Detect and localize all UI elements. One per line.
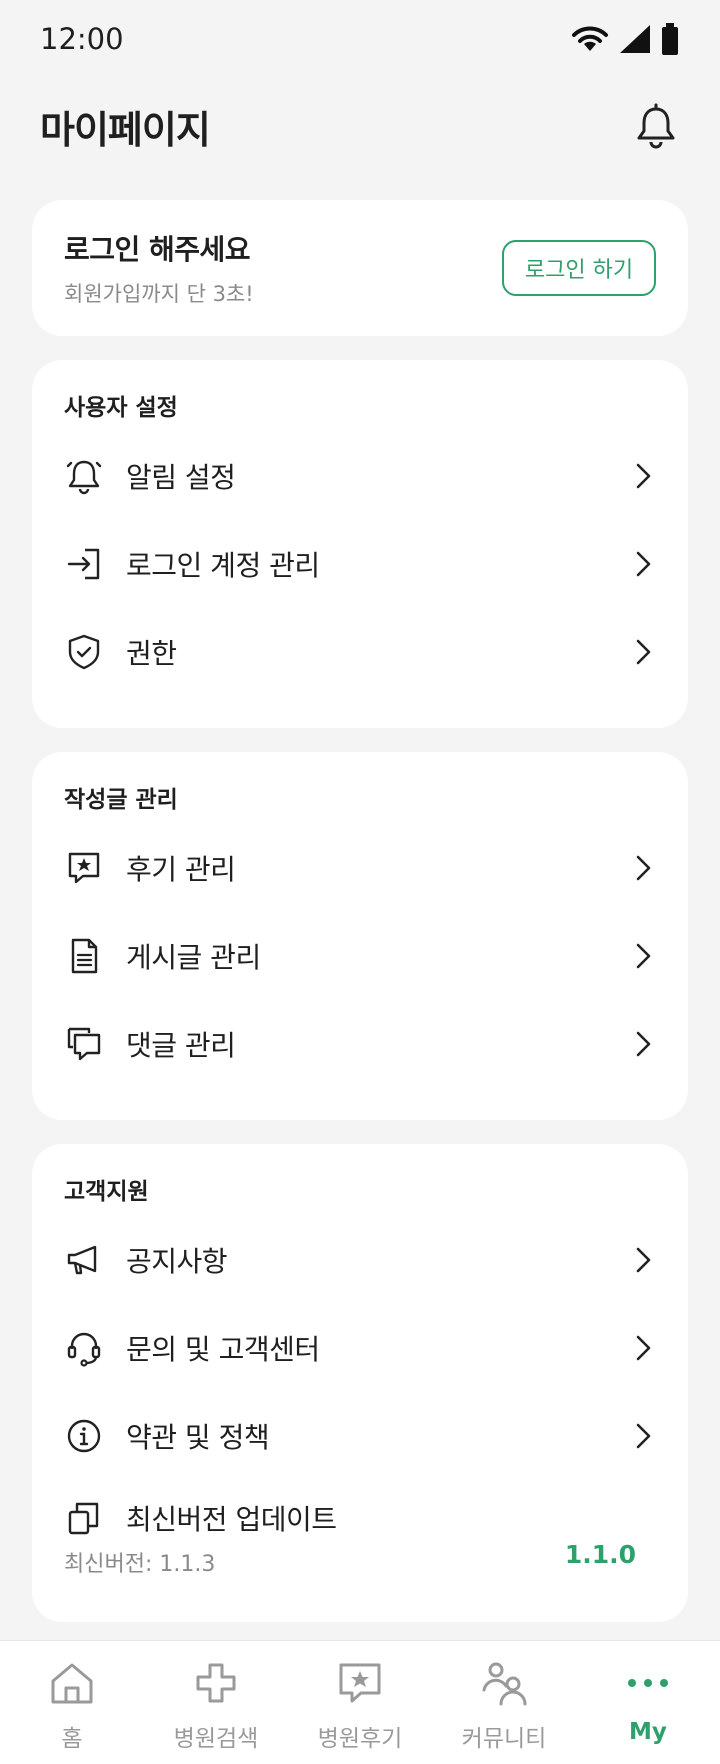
tab-label: 홈 xyxy=(61,1726,83,1752)
wifi-icon xyxy=(572,26,608,51)
current-version-value: 1.1.0 xyxy=(564,1540,636,1569)
chevron-right-icon xyxy=(630,1246,658,1274)
comments-icon xyxy=(64,1024,104,1064)
tab-hospital-review[interactable]: 병원후기 xyxy=(288,1641,432,1764)
tab-home[interactable]: 홈 xyxy=(0,1641,144,1764)
menu-label: 문의 및 고객센터 xyxy=(126,1333,320,1366)
megaphone-icon xyxy=(64,1240,104,1280)
menu-item-login-account[interactable]: 로그인 계정 관리 xyxy=(32,528,688,600)
menu-item-permissions[interactable]: 권한 xyxy=(32,616,688,688)
status-bar: 12:00 xyxy=(0,0,720,78)
chevron-right-icon xyxy=(630,1334,658,1362)
chevron-right-icon xyxy=(630,854,658,882)
chevron-right-icon xyxy=(630,1030,658,1058)
login-text: 로그인 해주세요 회원가입까지 단 3초! xyxy=(64,228,254,308)
tab-label: 커뮤니티 xyxy=(461,1726,547,1752)
login-card: 로그인 해주세요 회원가입까지 단 3초! 로그인 하기 xyxy=(32,200,688,336)
document-icon xyxy=(64,936,104,976)
section-title-posts: 작성글 관리 xyxy=(64,787,178,813)
menu-item-post-management[interactable]: 게시글 관리 xyxy=(32,920,688,992)
tab-label: My xyxy=(629,1719,667,1745)
notification-button[interactable] xyxy=(632,102,680,150)
bell-icon xyxy=(64,456,104,496)
chevron-right-icon xyxy=(630,1422,658,1450)
bottom-tab-bar: 홈 병원검색 병원후기 커뮤니티 My xyxy=(0,1640,720,1764)
copy-icon xyxy=(64,1498,104,1538)
page-title: 마이페이지 xyxy=(40,107,211,152)
menu-label: 공지사항 xyxy=(126,1245,228,1278)
tab-community[interactable]: 커뮤니티 xyxy=(432,1641,576,1764)
status-icons xyxy=(570,22,680,56)
login-subtitle: 회원가입까지 단 3초! xyxy=(64,282,254,306)
signal-icon xyxy=(620,25,650,53)
battery-icon xyxy=(662,23,678,55)
menu-label: 게시글 관리 xyxy=(126,941,261,974)
login-icon xyxy=(64,544,104,584)
chevron-right-icon xyxy=(630,638,658,666)
menu-item-review-management[interactable]: 후기 관리 xyxy=(32,832,688,904)
bell-icon xyxy=(637,103,675,149)
header: 마이페이지 xyxy=(0,90,720,162)
status-time: 12:00 xyxy=(40,22,124,56)
menu-item-notices[interactable]: 공지사항 xyxy=(32,1224,688,1296)
more-dots-icon xyxy=(624,1659,672,1707)
chevron-right-icon xyxy=(630,550,658,578)
info-icon xyxy=(64,1416,104,1456)
support-card: 고객지원 공지사항 문의 및 고객센터 약관 및 정책 최신버전 업데이트 1.… xyxy=(32,1144,688,1622)
menu-label: 로그인 계정 관리 xyxy=(126,549,320,582)
chevron-right-icon xyxy=(630,462,658,490)
menu-item-comment-management[interactable]: 댓글 관리 xyxy=(32,1008,688,1080)
home-icon xyxy=(48,1659,96,1707)
menu-label: 권한 xyxy=(126,637,177,670)
menu-item-terms-policy[interactable]: 약관 및 정책 xyxy=(32,1400,688,1472)
section-title-user-settings: 사용자 설정 xyxy=(64,395,178,421)
tab-label: 병원후기 xyxy=(317,1726,403,1752)
review-star-icon xyxy=(336,1659,384,1707)
menu-label: 후기 관리 xyxy=(126,853,236,886)
menu-label: 댓글 관리 xyxy=(126,1029,236,1062)
tab-label: 병원검색 xyxy=(173,1726,259,1752)
section-title-support: 고객지원 xyxy=(64,1179,149,1205)
menu-label: 최신버전 업데이트 xyxy=(126,1503,337,1536)
menu-label: 알림 설정 xyxy=(126,461,236,494)
menu-item-notification-settings[interactable]: 알림 설정 xyxy=(32,440,688,512)
user-settings-card: 사용자 설정 알림 설정 로그인 계정 관리 권한 xyxy=(32,360,688,728)
review-star-icon xyxy=(64,848,104,888)
menu-item-customer-center[interactable]: 문의 및 고객센터 xyxy=(32,1312,688,1384)
headset-icon xyxy=(64,1328,104,1368)
menu-label: 약관 및 정책 xyxy=(126,1421,270,1454)
shield-check-icon xyxy=(64,632,104,672)
tab-hospital-search[interactable]: 병원검색 xyxy=(144,1641,288,1764)
tab-my[interactable]: My xyxy=(576,1641,720,1764)
chevron-right-icon xyxy=(630,942,658,970)
login-title: 로그인 해주세요 xyxy=(64,233,251,266)
latest-version-text: 최신버전: 1.1.3 xyxy=(64,1552,216,1577)
login-button[interactable]: 로그인 하기 xyxy=(502,240,656,296)
posts-card: 작성글 관리 후기 관리 게시글 관리 댓글 관리 xyxy=(32,752,688,1120)
hospital-cross-icon xyxy=(192,1659,240,1707)
people-icon xyxy=(480,1659,528,1707)
